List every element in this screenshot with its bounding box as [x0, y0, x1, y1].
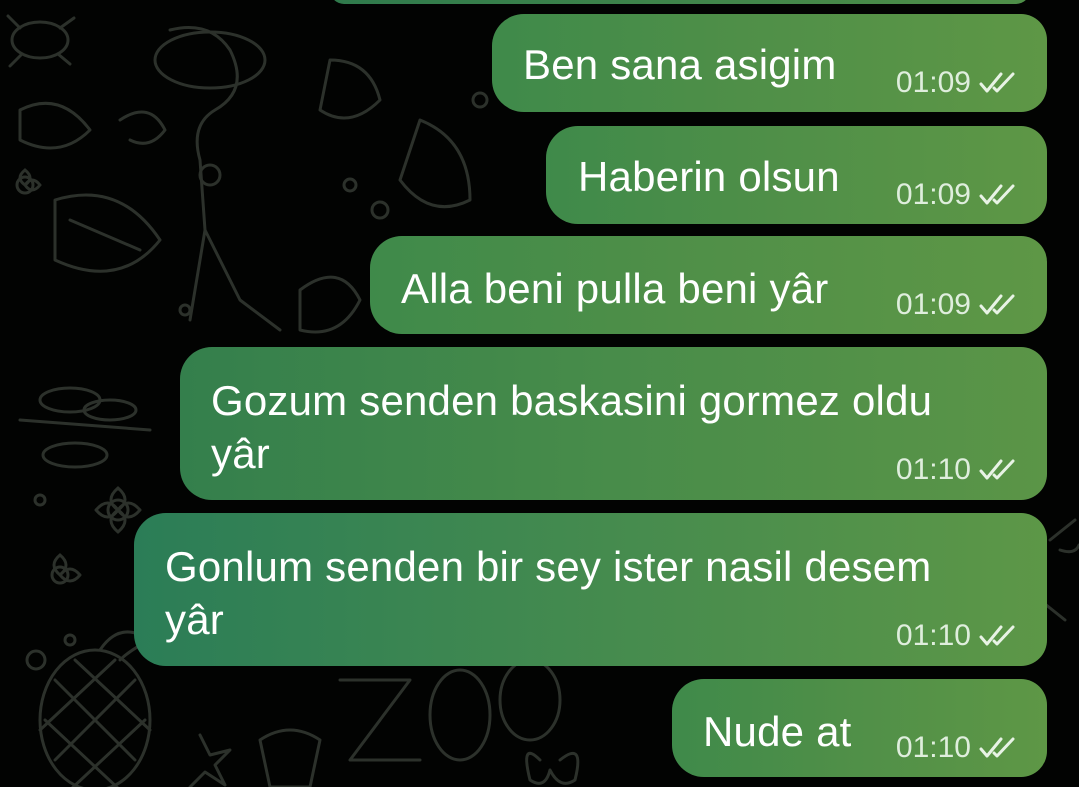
- double-check-icon: [979, 294, 1015, 315]
- message-text: Nude at: [703, 708, 852, 755]
- message-bubble[interactable]: Ben sana asigim 01:09: [492, 14, 1047, 112]
- message-time: 01:10: [895, 453, 971, 486]
- message-text: Alla beni pulla beni yâr: [401, 265, 829, 312]
- message-meta: 01:10: [896, 453, 1021, 487]
- message-time: 01:10: [895, 619, 971, 652]
- chat-view: Ben sana asigim 01:09 Haberin olsun 01:0…: [0, 0, 1079, 787]
- previous-bubble-edge: [330, 0, 1030, 4]
- double-check-icon: [979, 459, 1015, 480]
- message-text: Gonlum senden bir sey ister nasil desem …: [165, 543, 932, 643]
- message-meta: 01:10: [896, 731, 1021, 765]
- message-text: Ben sana asigim: [523, 41, 837, 88]
- double-check-icon: [979, 184, 1015, 205]
- message-bubble[interactable]: Gonlum senden bir sey ister nasil desem …: [134, 513, 1047, 666]
- double-check-icon: [979, 72, 1015, 93]
- message-text: Gozum senden baskasini gormez oldu yâr: [211, 377, 933, 477]
- message-text: Haberin olsun: [578, 153, 840, 200]
- double-check-icon: [979, 625, 1015, 646]
- message-bubble[interactable]: Gozum senden baskasini gormez oldu yâr 0…: [180, 347, 1047, 500]
- message-time: 01:09: [895, 66, 971, 99]
- double-check-icon: [979, 737, 1015, 758]
- message-meta: 01:09: [896, 66, 1021, 100]
- message-time: 01:10: [895, 731, 971, 764]
- message-meta: 01:10: [896, 619, 1021, 653]
- message-bubble[interactable]: Haberin olsun 01:09: [546, 126, 1047, 224]
- message-bubble[interactable]: Alla beni pulla beni yâr 01:09: [370, 236, 1047, 334]
- message-meta: 01:09: [896, 288, 1021, 322]
- message-bubble[interactable]: Nude at 01:10: [672, 679, 1047, 777]
- message-time: 01:09: [895, 288, 971, 321]
- message-time: 01:09: [895, 178, 971, 211]
- message-meta: 01:09: [896, 178, 1021, 212]
